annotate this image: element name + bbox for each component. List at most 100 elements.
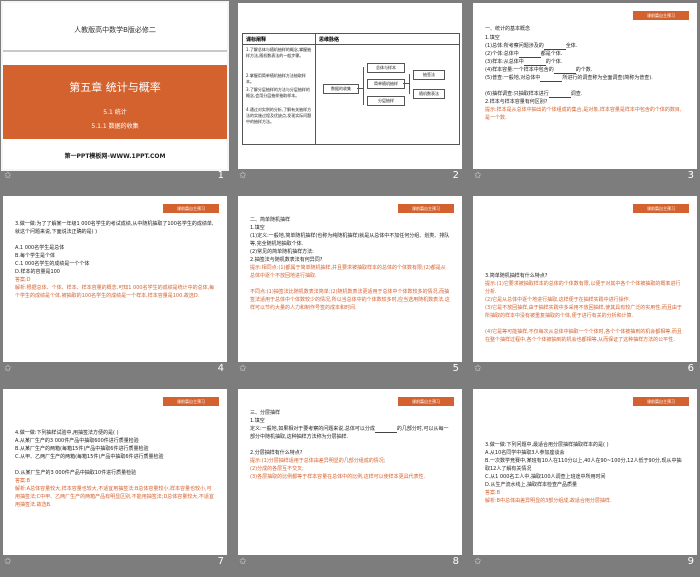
slide-heading: 一、统计的基本概念	[485, 26, 531, 32]
text-line: (3)样本:从总体中	[485, 59, 524, 65]
slide-thumbnail-7[interactable]: 课前篇自主预习 4.做一做:下列抽样试验中,用抽签法方便的是( ) A.从某厂生…	[0, 386, 230, 575]
text-line: 都是个体.	[540, 51, 563, 57]
slide-number: 9	[687, 556, 694, 567]
slide-4[interactable]: 课前篇自主预习 3.做一做:为了了解某一年级1 000名学生的考试成绩,从中随机…	[3, 196, 227, 362]
option-d: D.从生产流水线上,抽取样本检查产品质量	[485, 482, 578, 488]
grade-text: 人教版高中数学B版必修二	[74, 26, 156, 34]
section-tag: 课前篇自主预习	[163, 204, 219, 213]
subsection-title: 5.1.1 数据的收集	[91, 123, 139, 130]
slide-number: 6	[687, 363, 694, 374]
mindmap-node-stratified: 分层抽样	[367, 96, 405, 106]
option-a: A.1 000名学生是总体	[15, 245, 65, 251]
analysis-text: 解析:A总体容量较大,样本容量也较大,不适宜用抽签法;B总体容量较小,样本容量也…	[15, 486, 214, 508]
mindmap-node-randomtable: 随机数表法	[413, 89, 445, 99]
col-header-goals: 课标阐释	[246, 37, 267, 43]
text-line: 所进行的调查称为全面调查(简称为普查).	[562, 75, 653, 81]
slide-8[interactable]: 课前篇自主预习 三、分层抽样 1.填空 定义:一般地,如果相对于要考察的问题来说…	[238, 389, 462, 555]
text-line: 1.填空	[250, 418, 265, 424]
star-icon: ✩	[474, 171, 482, 181]
hint-text: (3)各层抽取的比例都等于样本容量在总体中的比例,这样可以使样本更具代表性.	[250, 474, 426, 480]
slide-heading: 二、简单随机抽样	[250, 217, 291, 223]
star-icon: ✩	[4, 171, 12, 181]
text-line: 4.做一做:下列抽样试验中,用抽签法方便的是( )	[15, 430, 119, 436]
star-icon: ✩	[239, 557, 247, 567]
hint-text: (2)分成的各层互不交叉;	[250, 466, 304, 472]
slide-number: 4	[217, 363, 224, 374]
mindmap-node-random: 简单随机抽样	[367, 79, 405, 89]
goal-3: 3.了解分层抽样的方法与分层抽样的概念,会用分层抽样抽取样本。	[246, 87, 310, 98]
hint-text: 提示:(1)分层抽样适用于总体由差异明显的几部分组成的情况;	[250, 458, 386, 464]
text-line: 2.样本与样本容量有何区别?	[485, 99, 548, 105]
section-tag: 课前篇自主预习	[633, 397, 689, 406]
hint-text: (3)它是不放回抽样,由于抽样实践中多采用不放回抽样,使其具有较广泛的实用性,而…	[485, 305, 682, 319]
option-b: B.每个学生是个体	[15, 253, 56, 259]
text-line: 的个数.	[575, 67, 593, 73]
section-tag: 课前篇自主预习	[163, 397, 219, 406]
slide-number: 3	[687, 170, 694, 181]
hint-text: (4)它是等可能抽样,不仅每次从总体中抽取一个个体时,各个个体被抽到的机会都相等…	[485, 329, 682, 343]
text-line: (4)样本容量:一个样本中包含的	[485, 67, 554, 73]
slide-1[interactable]: 人教版高中数学B版必修二 第五章 统计与概率 5.1 统计 5.1.1 数据的收…	[1, 1, 229, 171]
slide-5[interactable]: 课前篇自主预习 二、简单随机抽样 1.填空 (1)定义:一般地,简单随机抽样(也…	[238, 196, 462, 362]
text-line: (5)普查:一般地,对总体中	[485, 75, 541, 81]
option-a: A.从10名同学中抽取3人参加座谈会	[485, 450, 565, 456]
mindmap-node-population: 总体与样本	[367, 63, 405, 73]
section-tag: 课前篇自主预习	[633, 11, 689, 20]
text-line: 3.做一做:下列问题中,最适合用分层抽样抽取样本的是( )	[485, 442, 609, 448]
slide-sorter-grid: 人教版高中数学B版必修二 第五章 统计与概率 5.1 统计 5.1.1 数据的收…	[0, 0, 700, 577]
mindmap-node-lottery: 抽签法	[413, 70, 445, 80]
section-title: 5.1 统计	[103, 109, 127, 116]
text-line: (1)定义:一般地,简单随机抽样(也称为纯随机抽样)就是从总体中不加任何分组、划…	[250, 233, 450, 247]
slide-thumbnail-6[interactable]: 课前篇自主预习 3.简单随机抽样有什么特点? 提示:(1)它要求被抽取样本的总体…	[470, 193, 700, 382]
slide-thumbnail-4[interactable]: 课前篇自主预习 3.做一做:为了了解某一年级1 000名学生的考试成绩,从中随机…	[0, 193, 230, 382]
option-c: C.从甲、乙两厂生产的两箱(每箱15件)产品中抽取6件进行质量检验	[15, 454, 164, 460]
goal-4: 4.通过对实例的分析,了解有关抽样方法的实施过程及优缺点,发现实际问题中的抽样方…	[246, 107, 312, 124]
answer-text: 答案:B	[485, 490, 501, 496]
star-icon: ✩	[239, 364, 247, 374]
text-line: 2.抽签法与随机数表法有何异同?	[250, 257, 323, 263]
star-icon: ✩	[474, 557, 482, 567]
chapter-title: 第五章 统计与概率	[69, 81, 161, 94]
slide-thumbnail-1[interactable]: 人教版高中数学B版必修二 第五章 统计与概率 5.1 统计 5.1.1 数据的收…	[0, 0, 230, 189]
slide-heading: 三、分层抽样	[250, 410, 281, 416]
slide-number: 8	[452, 556, 459, 567]
text-line: 2.分层抽样有什么特点?	[250, 450, 303, 456]
slide-thumbnail-3[interactable]: 课前篇自主预习 一、统计的基本概念 1.填空 (1)总体:所考察问题涉及的 全体.…	[470, 0, 700, 189]
text-line: (2)个体:总体中	[485, 51, 519, 57]
slide-number: 5	[452, 363, 459, 374]
analysis-text: 解析:根据总体、个体、样本、样本容量的概念,可知1 000名学生的成绩是统计中的…	[15, 285, 215, 299]
hint-text: (2)它是从总体中逐个地进行抽取,这样便于在抽样实践中进行操作.	[485, 297, 631, 303]
slide-3[interactable]: 课前篇自主预习 一、统计的基本概念 1.填空 (1)总体:所考察问题涉及的 全体.…	[473, 3, 697, 169]
star-icon: ✩	[239, 171, 247, 181]
text-line: (6)抽样调查:只抽取样本进行	[485, 91, 549, 97]
slide-thumbnail-2[interactable]: 课标阐释 思维脉络 1.了解总体与随机抽样的概念,掌握抽样方法,随机数表法的一般…	[235, 0, 465, 189]
section-tag: 课前篇自主预习	[398, 204, 454, 213]
col-header-mindmap: 思维脉络	[319, 37, 340, 43]
text-line: 调查.	[570, 91, 583, 97]
slide-2[interactable]: 课标阐释 思维脉络 1.了解总体与随机抽样的概念,掌握抽样方法,随机数表法的一般…	[238, 3, 462, 169]
option-d: D.从某厂生产的3 000件产品中抽取10件进行质量检验	[15, 470, 137, 476]
text-line: 1.填空	[250, 225, 265, 231]
option-b: B.一次数学竞赛中,某班有10人在110分以上,40人在90~100分,12人低…	[485, 458, 682, 472]
section-tag: 课前篇自主预习	[398, 397, 454, 406]
hint-text: 不同点:(1)抽签法比随机数表法简单;(2)随机数表法更适用于总体中个体数较多的…	[250, 289, 450, 311]
hint-text: 提示:样本是从总体中抽出的个体组成的集合,是对象,样本容量是样本中包含的个体的数…	[485, 107, 682, 121]
slide-6[interactable]: 课前篇自主预习 3.简单随机抽样有什么特点? 提示:(1)它要求被抽取样本的总体…	[473, 196, 697, 362]
slide-number: 1	[217, 170, 224, 181]
slide-thumbnail-5[interactable]: 课前篇自主预习 二、简单随机抽样 1.填空 (1)定义:一般地,简单随机抽样(也…	[235, 193, 465, 382]
slide-thumbnail-9[interactable]: 课前篇自主预习 3.做一做:下列问题中,最适合用分层抽样抽取样本的是( ) A.…	[470, 386, 700, 575]
decor-stripe	[3, 50, 227, 52]
slide-number: 2	[452, 170, 459, 181]
goal-1: 1.了解总体与随机抽样的概念,掌握抽样方法,随机数表法的一般步骤。	[246, 47, 312, 58]
analysis-text: 解析:B中总体由差异明显的3部分组成,故适合用分层抽样.	[485, 498, 612, 504]
text-line: 定义:一般地,如果相对于要考察的问题来说,总体可以分成	[250, 426, 375, 432]
text-line: 1.填空	[485, 35, 500, 41]
star-icon: ✩	[474, 364, 482, 374]
section-tag: 课前篇自主预习	[633, 204, 689, 213]
slide-9[interactable]: 课前篇自主预习 3.做一做:下列问题中,最适合用分层抽样抽取样本的是( ) A.…	[473, 389, 697, 555]
option-c: C.从1 000名工人中,抽取100人调查上班途中所用时间	[485, 474, 606, 480]
slide-7[interactable]: 课前篇自主预习 4.做一做:下列抽样试验中,用抽签法方便的是( ) A.从某厂生…	[3, 389, 227, 555]
slide-thumbnail-8[interactable]: 课前篇自主预习 三、分层抽样 1.填空 定义:一般地,如果相对于要考察的问题来说…	[235, 386, 465, 575]
star-icon: ✩	[4, 364, 12, 374]
option-c: C.1 000名学生的成绩是一个个体	[15, 261, 90, 267]
